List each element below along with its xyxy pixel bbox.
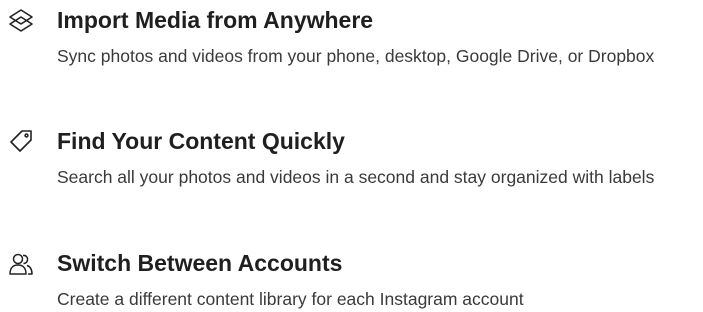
feature-description: Search all your photos and videos in a s… [57, 167, 655, 187]
tag-icon [8, 128, 34, 154]
feature-title: Find Your Content Quickly [57, 128, 345, 154]
layers-icon [8, 8, 34, 34]
users-icon [8, 251, 34, 277]
feature-description: Sync photos and videos from your phone, … [57, 46, 655, 66]
feature-title: Import Media from Anywhere [57, 7, 374, 33]
feature-description: Create a different content library for e… [57, 289, 524, 309]
feature-title: Switch Between Accounts [57, 250, 343, 276]
